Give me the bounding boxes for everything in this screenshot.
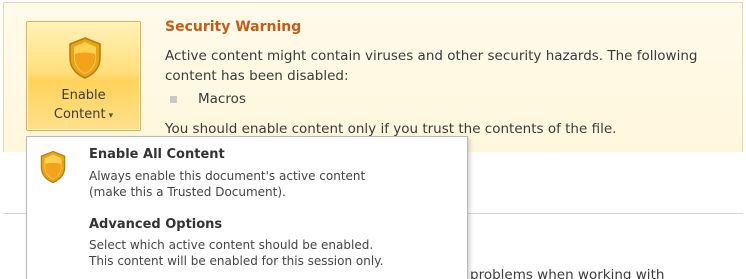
background-partial-text: problems when working with: [470, 267, 665, 279]
menu-item-description-line2: (make this a Trusted Document).: [89, 185, 286, 199]
menu-item-advanced-options[interactable]: Advanced Options Select which active con…: [27, 211, 467, 279]
menu-item-title: Enable All Content: [89, 147, 225, 162]
shield-warning-icon: [69, 37, 101, 79]
bullet-icon: [170, 96, 177, 103]
chevron-down-icon: ▾: [108, 111, 114, 121]
enable-content-button[interactable]: Enable Content ▾: [26, 21, 141, 131]
menu-item-description-line1: Always enable this document's active con…: [89, 169, 366, 183]
shield-warning-icon: [40, 150, 66, 184]
disabled-item-macros: Macros: [198, 91, 246, 107]
warning-description-line1: Active content might contain viruses and…: [165, 48, 698, 64]
security-warning-window: Enable Content ▾ Security Warning Active …: [0, 0, 746, 279]
warning-description-line2: content has been disabled:: [165, 68, 349, 84]
menu-item-title: Advanced Options: [89, 217, 223, 232]
enable-button-label-line2: Content ▾: [27, 106, 140, 125]
enable-button-label-text: Content: [53, 107, 106, 122]
menu-item-description-line2: This content will be enabled for this se…: [89, 254, 384, 268]
menu-item-description-line1: Select which active content should be en…: [89, 238, 374, 252]
enable-content-dropdown-menu: Enable All Content Always enable this do…: [26, 136, 468, 279]
menu-item-enable-all-content[interactable]: Enable All Content Always enable this do…: [27, 141, 467, 209]
security-warning-title: Security Warning: [165, 19, 302, 35]
enable-button-label-line1: Enable: [61, 88, 106, 103]
